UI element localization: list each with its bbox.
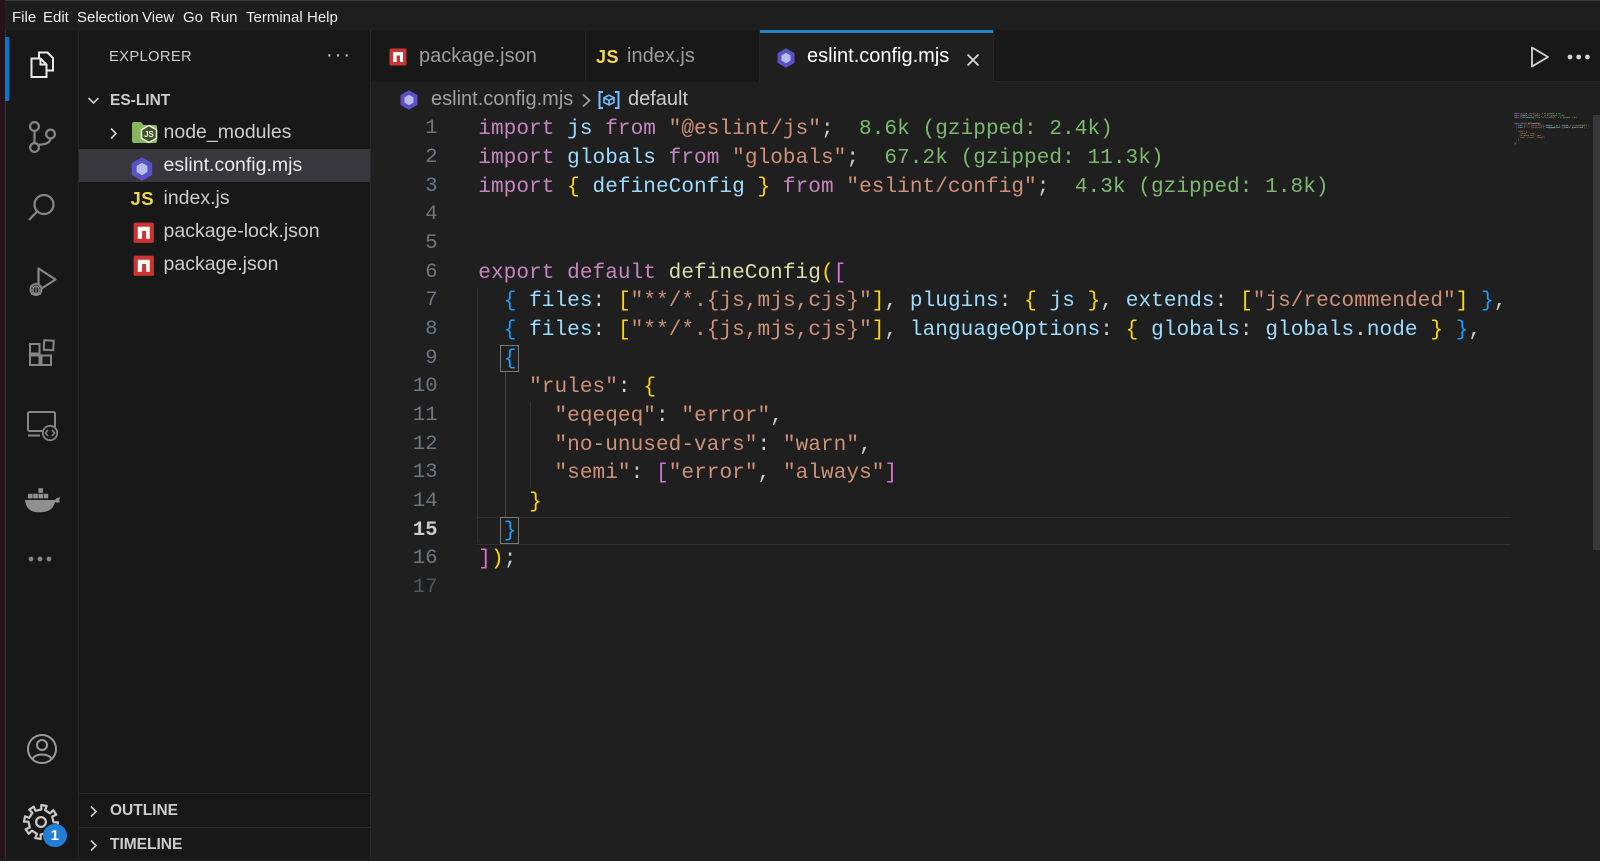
svg-text:JS: JS <box>144 130 154 139</box>
